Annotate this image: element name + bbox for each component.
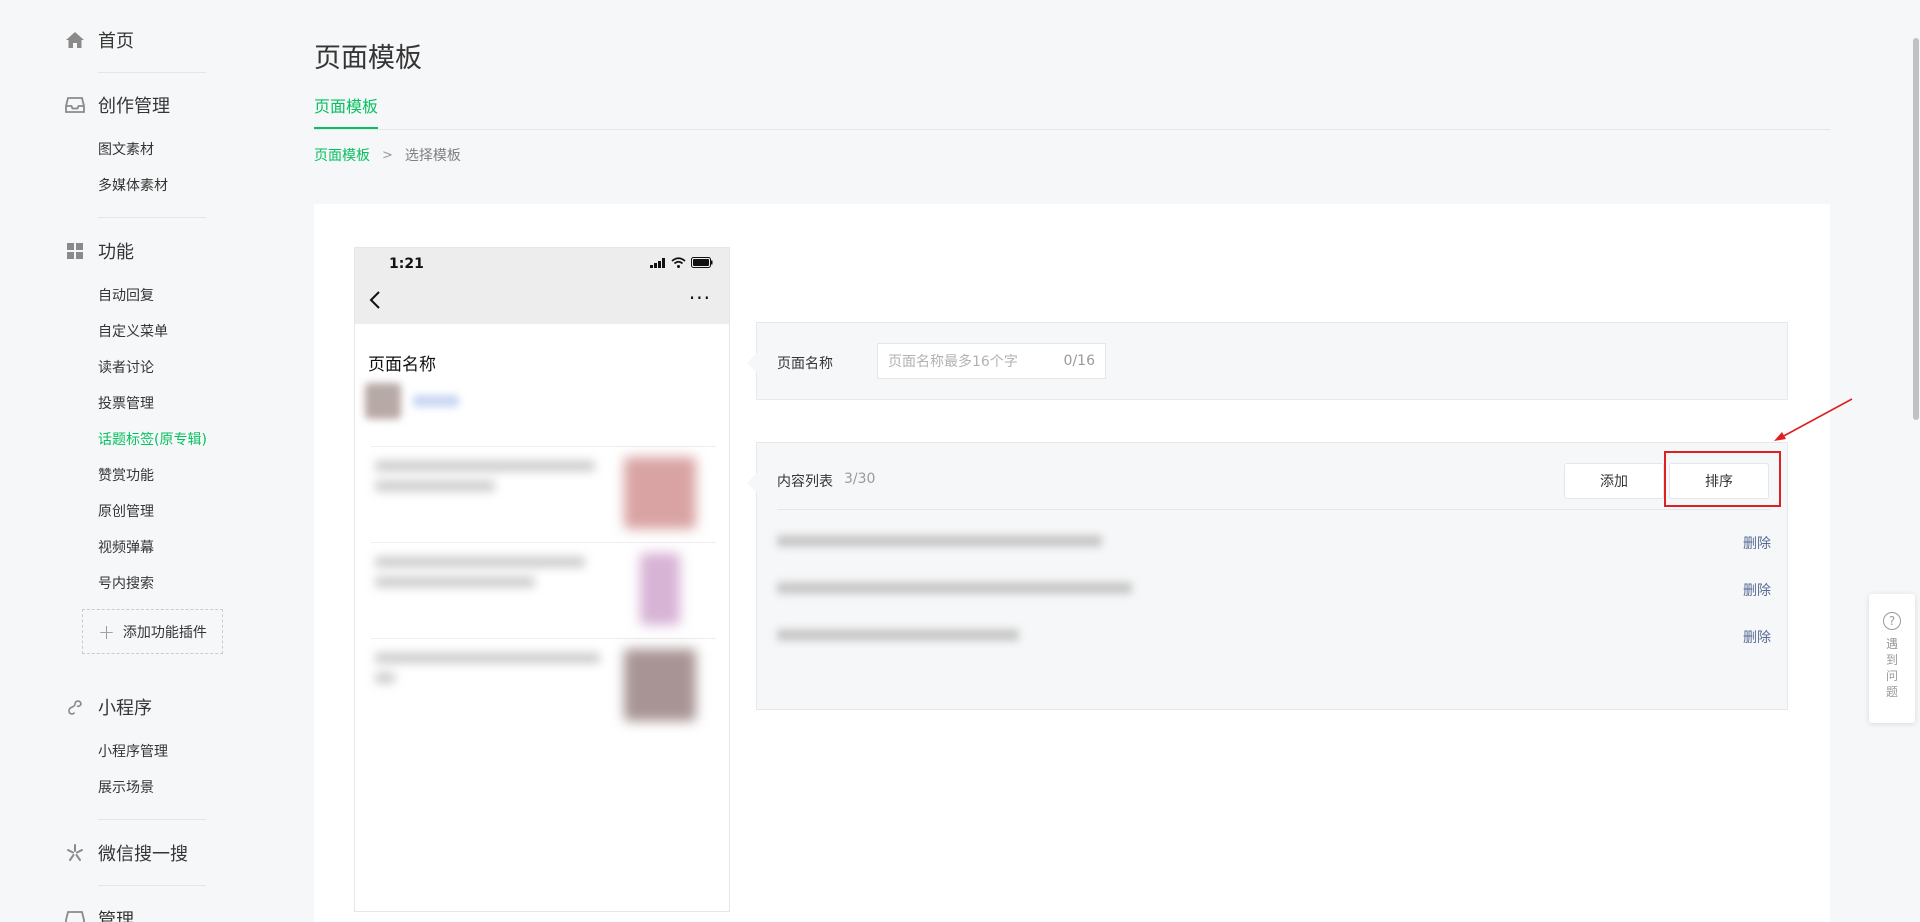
- nav-weixin-search[interactable]: 微信搜一搜: [64, 838, 188, 868]
- nav-divider: [98, 217, 206, 218]
- phone-list-item: [371, 638, 716, 734]
- nav-divider: [98, 72, 206, 73]
- add-button[interactable]: 添加: [1564, 463, 1664, 499]
- nav-home[interactable]: 首页: [64, 25, 134, 55]
- content-list-label: 内容列表: [777, 474, 833, 490]
- signal-icon: [650, 257, 665, 268]
- question-icon: ?: [1883, 612, 1901, 630]
- nav-home-label: 首页: [98, 31, 134, 52]
- sidebar-item-danmaku[interactable]: 视频弹幕: [98, 537, 154, 557]
- home-icon: [64, 29, 86, 51]
- sidebar-item-media[interactable]: 多媒体素材: [98, 175, 168, 195]
- annotation-arrow: [1774, 398, 1853, 441]
- sidebar-item-miniprogram-manage[interactable]: 小程序管理: [98, 741, 168, 761]
- nav-creation-label: 创作管理: [98, 96, 170, 117]
- nav-manage[interactable]: 管理: [64, 904, 134, 922]
- page-name-section: 页面名称 页面名称最多16个字 0/16: [747, 322, 1788, 400]
- breadcrumb-parent[interactable]: 页面模板: [314, 145, 370, 165]
- list-item: 删除: [777, 625, 1771, 647]
- breadcrumb: 页面模板 > 选择模板: [314, 145, 461, 165]
- phone-time: 1:21: [389, 256, 424, 272]
- phone-status-bar: 1:21: [355, 248, 729, 280]
- page-title: 页面模板: [314, 43, 422, 74]
- thumbnail: [624, 649, 696, 721]
- list-item: 删除: [777, 578, 1771, 600]
- phone-list-item: [371, 446, 716, 542]
- list-divider: [777, 509, 1771, 510]
- delete-link[interactable]: 删除: [1743, 533, 1771, 553]
- nav-weixin-search-label: 微信搜一搜: [98, 844, 188, 865]
- highlight-box: [1664, 451, 1781, 507]
- sidebar-item-custom-menu[interactable]: 自定义菜单: [98, 321, 168, 341]
- add-plugin-label: 添加功能插件: [122, 624, 207, 641]
- sidebar-item-scenes[interactable]: 展示场景: [98, 777, 154, 797]
- tab-bar: 页面模板: [314, 96, 1830, 130]
- nav-divider: [98, 819, 206, 820]
- page-name-counter: 0/16: [1063, 353, 1095, 369]
- grid-icon: [64, 240, 86, 262]
- breadcrumb-current: 选择模板: [404, 148, 461, 164]
- more-icon[interactable]: ···: [689, 286, 711, 310]
- sidebar-item-auto-reply[interactable]: 自动回复: [98, 285, 154, 305]
- sidebar-item-image-text[interactable]: 图文素材: [98, 139, 154, 159]
- phone-page-name: 页面名称: [368, 355, 436, 375]
- search-star-icon: [64, 842, 86, 864]
- breadcrumb-separator: >: [382, 147, 393, 163]
- thumbnail: [640, 553, 680, 625]
- content-list-section: 内容列表 3/30 添加 排序 删除 删除 删除: [747, 442, 1788, 710]
- delete-link[interactable]: 删除: [1743, 580, 1771, 600]
- scrollbar[interactable]: [1912, 0, 1920, 922]
- wifi-icon: [671, 257, 686, 268]
- page-name-label: 页面名称: [777, 356, 833, 372]
- help-button[interactable]: ? 遇到问题: [1869, 594, 1915, 723]
- phone-nav-bar: ···: [355, 280, 729, 324]
- sidebar-item-search[interactable]: 号内搜索: [98, 573, 154, 593]
- nav-miniprogram-label: 小程序: [98, 698, 152, 719]
- phone-preview: 1:21 ··· 页面名称: [354, 247, 730, 912]
- help-label: 遇到问题: [1886, 637, 1899, 699]
- content-list-count: 3/30: [844, 471, 876, 487]
- plus-icon: +: [98, 619, 115, 644]
- nav-manage-label: 管理: [98, 910, 134, 922]
- miniprogram-icon: [64, 696, 86, 718]
- nav-creation[interactable]: 创作管理: [64, 90, 170, 120]
- thumbnail: [624, 457, 696, 529]
- page-name-placeholder: 页面名称最多16个字: [888, 354, 1018, 370]
- battery-icon: [691, 257, 713, 268]
- phone-system-icons: [650, 257, 713, 268]
- nav-features[interactable]: 功能: [64, 236, 134, 266]
- inbox-icon: [64, 94, 86, 116]
- sidebar-item-discussion[interactable]: 读者讨论: [98, 357, 154, 377]
- sidebar-item-topic-tags[interactable]: 话题标签(原专辑): [98, 429, 207, 449]
- avatar: [365, 383, 401, 419]
- add-plugin-button[interactable]: + 添加功能插件: [82, 609, 223, 654]
- sidebar-item-vote[interactable]: 投票管理: [98, 393, 154, 413]
- phone-list-item: [371, 542, 716, 638]
- back-icon[interactable]: [369, 290, 381, 316]
- nav-features-label: 功能: [98, 242, 134, 263]
- sidebar-item-reward[interactable]: 赞赏功能: [98, 465, 154, 485]
- manage-icon: [64, 908, 86, 922]
- list-item: 删除: [777, 531, 1771, 553]
- sidebar: 首页 创作管理 图文素材 多媒体素材 功能 自动回复 自定义菜单 读者讨论 投票…: [0, 0, 230, 922]
- nav-miniprogram[interactable]: 小程序: [64, 692, 152, 722]
- tab-page-template[interactable]: 页面模板: [314, 96, 379, 129]
- page-name-input[interactable]: 页面名称最多16个字 0/16: [877, 343, 1106, 379]
- phone-author: [365, 383, 459, 419]
- scrollbar-thumb[interactable]: [1913, 38, 1919, 420]
- sidebar-item-original[interactable]: 原创管理: [98, 501, 154, 521]
- delete-link[interactable]: 删除: [1743, 627, 1771, 647]
- nav-divider: [98, 885, 206, 886]
- author-name: [413, 395, 459, 407]
